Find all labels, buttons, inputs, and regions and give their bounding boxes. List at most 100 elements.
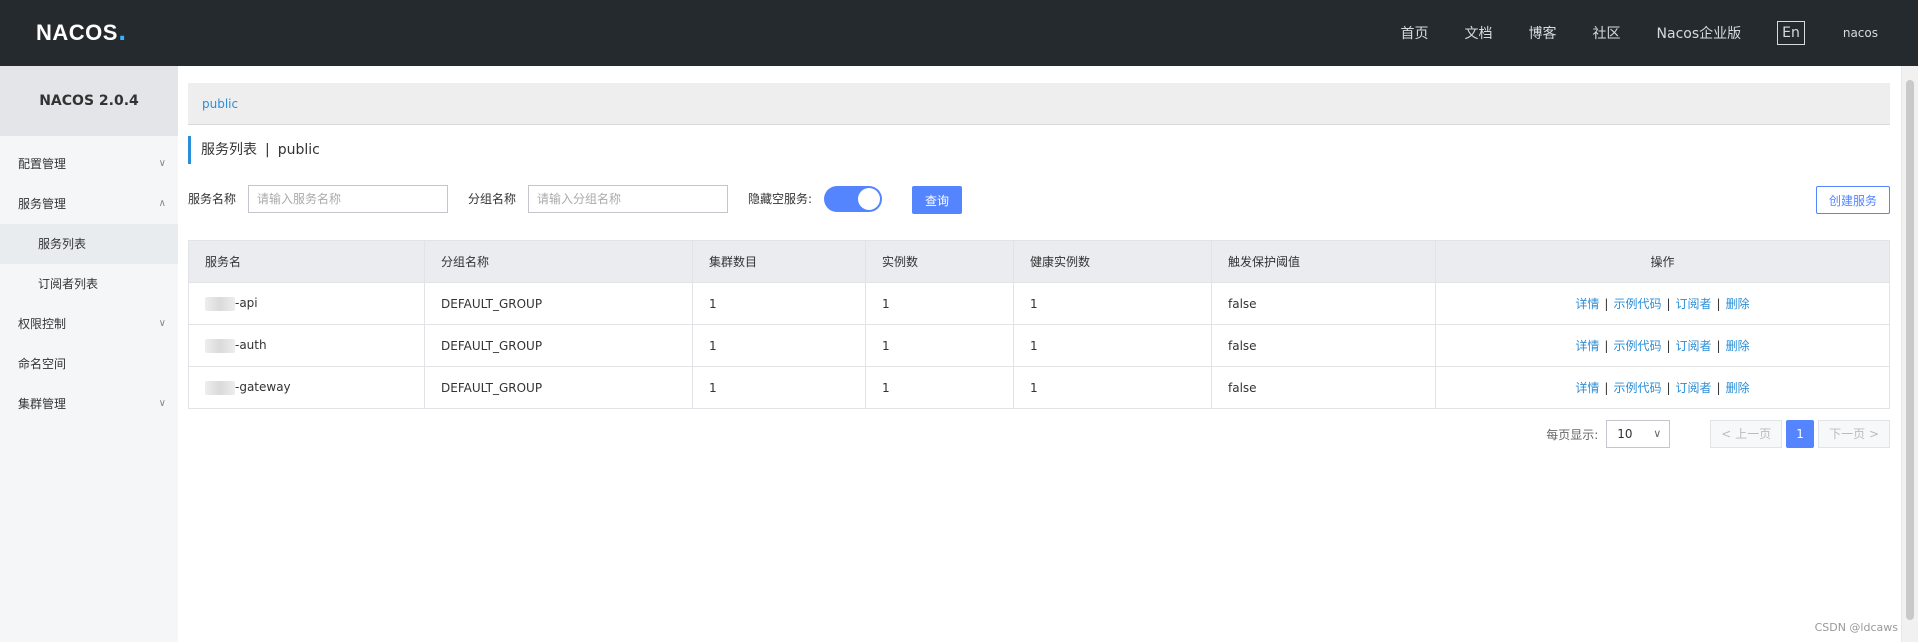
- query-button[interactable]: 查询: [912, 186, 962, 214]
- detail-link[interactable]: 详情: [1575, 339, 1599, 353]
- cell-healthy: 1: [1013, 366, 1212, 409]
- op-separator: |: [1716, 339, 1721, 353]
- namespace-breadcrumb[interactable]: public: [188, 83, 1890, 125]
- detail-link[interactable]: 详情: [1575, 381, 1599, 395]
- chevron-up-icon: ∧: [158, 198, 166, 209]
- redacted-prefix: [205, 380, 235, 395]
- cell-threshold: false: [1211, 324, 1436, 367]
- op-separator: |: [1716, 297, 1721, 311]
- detail-link[interactable]: 详情: [1575, 297, 1599, 311]
- page-size-select[interactable]: 10 ∨: [1606, 420, 1671, 448]
- nav-enterprise[interactable]: Nacos企业版: [1657, 23, 1742, 43]
- op-separator: |: [1604, 297, 1609, 311]
- col-group-name: 分组名称: [424, 240, 693, 283]
- chevron-down-icon: ∨: [158, 158, 166, 169]
- title-separator: |: [265, 142, 270, 158]
- hide-empty-toggle[interactable]: [824, 186, 882, 212]
- service-table: 服务名 分组名称 集群数目 实例数 健康实例数 触发保护阈值 操作 -api D…: [188, 240, 1890, 409]
- subscribers-link[interactable]: 订阅者: [1676, 381, 1712, 395]
- sample-code-link[interactable]: 示例代码: [1613, 297, 1661, 311]
- cell-service-name: -api: [188, 282, 425, 325]
- col-healthy-count: 健康实例数: [1013, 240, 1212, 283]
- nav-blog[interactable]: 博客: [1529, 23, 1557, 43]
- chevron-down-icon: ∨: [158, 318, 166, 329]
- prev-page-button[interactable]: < 上一页: [1710, 420, 1783, 448]
- page-title-namespace: public: [277, 142, 320, 158]
- sidebar-item-namespace[interactable]: 命名空间: [0, 344, 178, 384]
- cell-threshold: false: [1211, 282, 1436, 325]
- delete-link[interactable]: 删除: [1726, 297, 1750, 311]
- cell-clusters: 1: [692, 366, 866, 409]
- cell-threshold: false: [1211, 366, 1436, 409]
- group-name-label: 分组名称: [468, 192, 517, 206]
- watermark: CSDN @ldcaws: [1814, 621, 1898, 634]
- table-header-row: 服务名 分组名称 集群数目 实例数 健康实例数 触发保护阈值 操作: [188, 240, 1890, 283]
- service-name-input[interactable]: [248, 185, 448, 213]
- cell-operations: 详情 | 示例代码 | 订阅者 | 删除: [1435, 366, 1890, 409]
- cell-instances: 1: [865, 366, 1014, 409]
- sidebar-item-label: 命名空间: [18, 357, 67, 371]
- user-menu[interactable]: nacos: [1843, 26, 1878, 40]
- subscribers-link[interactable]: 订阅者: [1676, 297, 1712, 311]
- sidebar-item-service-management[interactable]: 服务管理 ∧: [0, 184, 178, 224]
- group-name-input[interactable]: [528, 185, 728, 213]
- cell-group: DEFAULT_GROUP: [424, 282, 693, 325]
- nav-docs[interactable]: 文档: [1465, 23, 1493, 43]
- service-name-text: -gateway: [235, 380, 291, 395]
- vertical-scrollbar[interactable]: [1901, 66, 1918, 642]
- op-separator: |: [1604, 381, 1609, 395]
- service-name-text: -api: [235, 296, 258, 311]
- cell-operations: 详情 | 示例代码 | 订阅者 | 删除: [1435, 324, 1890, 367]
- redacted-prefix: [205, 338, 235, 353]
- sample-code-link[interactable]: 示例代码: [1613, 339, 1661, 353]
- sidebar-item-label: 服务列表: [38, 237, 87, 251]
- service-name-label: 服务名称: [188, 192, 237, 206]
- nacos-logo[interactable]: NACOS.: [36, 18, 126, 48]
- cell-clusters: 1: [692, 282, 866, 325]
- op-separator: |: [1604, 339, 1609, 353]
- col-operations: 操作: [1435, 240, 1890, 283]
- scrollbar-thumb[interactable]: [1906, 80, 1914, 620]
- sample-code-link[interactable]: 示例代码: [1613, 381, 1661, 395]
- main-content: public 服务列表 | public 服务名称 分组名称 隐藏空服务: 查询 创…: [178, 66, 1901, 642]
- cell-service-name: -auth: [188, 324, 425, 367]
- col-service-name: 服务名: [188, 240, 425, 283]
- nav-home[interactable]: 首页: [1401, 23, 1429, 43]
- op-separator: |: [1666, 381, 1671, 395]
- table-row: -auth DEFAULT_GROUP 1 1 1 false 详情 | 示例代码 |…: [188, 324, 1890, 367]
- sidebar-item-subscribers[interactable]: 订阅者列表: [0, 264, 178, 304]
- page-title: 服务列表 | public: [188, 136, 320, 164]
- chevron-down-icon: ∨: [158, 398, 166, 409]
- col-threshold: 触发保护阈值: [1211, 240, 1436, 283]
- redacted-prefix: [205, 296, 235, 311]
- sidebar-item-cluster[interactable]: 集群管理 ∨: [0, 384, 178, 424]
- hide-empty-label: 隐藏空服务:: [748, 192, 813, 206]
- sidebar: NACOS 2.0.4 配置管理 ∨ 服务管理 ∧ 服务列表 订阅者列表 权限控…: [0, 66, 178, 642]
- nav-community[interactable]: 社区: [1593, 23, 1621, 43]
- sidebar-item-service-list[interactable]: 服务列表: [0, 224, 178, 264]
- subscribers-link[interactable]: 订阅者: [1676, 339, 1712, 353]
- logo-text: NACOS: [36, 20, 118, 45]
- cell-healthy: 1: [1013, 324, 1212, 367]
- create-service-button[interactable]: 创建服务: [1816, 186, 1890, 214]
- sidebar-item-config[interactable]: 配置管理 ∨: [0, 144, 178, 184]
- cell-service-name: -gateway: [188, 366, 425, 409]
- pagination: 每页显示: 10 ∨ < 上一页 1 下一页 >: [1546, 420, 1890, 448]
- cell-instances: 1: [865, 282, 1014, 325]
- cell-group: DEFAULT_GROUP: [424, 366, 693, 409]
- cell-clusters: 1: [692, 324, 866, 367]
- chevron-down-icon: ∨: [1653, 427, 1662, 440]
- filter-bar: 服务名称 分组名称 隐藏空服务: 查询 创建服务: [188, 184, 1890, 214]
- sidebar-item-label: 集群管理: [18, 397, 67, 411]
- sidebar-item-label: 订阅者列表: [38, 277, 99, 291]
- delete-link[interactable]: 删除: [1726, 339, 1750, 353]
- cell-group: DEFAULT_GROUP: [424, 324, 693, 367]
- current-page-button[interactable]: 1: [1786, 420, 1815, 448]
- sidebar-item-access-control[interactable]: 权限控制 ∨: [0, 304, 178, 344]
- op-separator: |: [1666, 339, 1671, 353]
- top-bar: NACOS. 首页 文档 博客 社区 Nacos企业版 En nacos: [0, 0, 1918, 66]
- sidebar-item-label: 配置管理: [18, 157, 67, 171]
- next-page-button[interactable]: 下一页 >: [1818, 420, 1890, 448]
- language-switch-button[interactable]: En: [1777, 21, 1805, 45]
- delete-link[interactable]: 删除: [1726, 381, 1750, 395]
